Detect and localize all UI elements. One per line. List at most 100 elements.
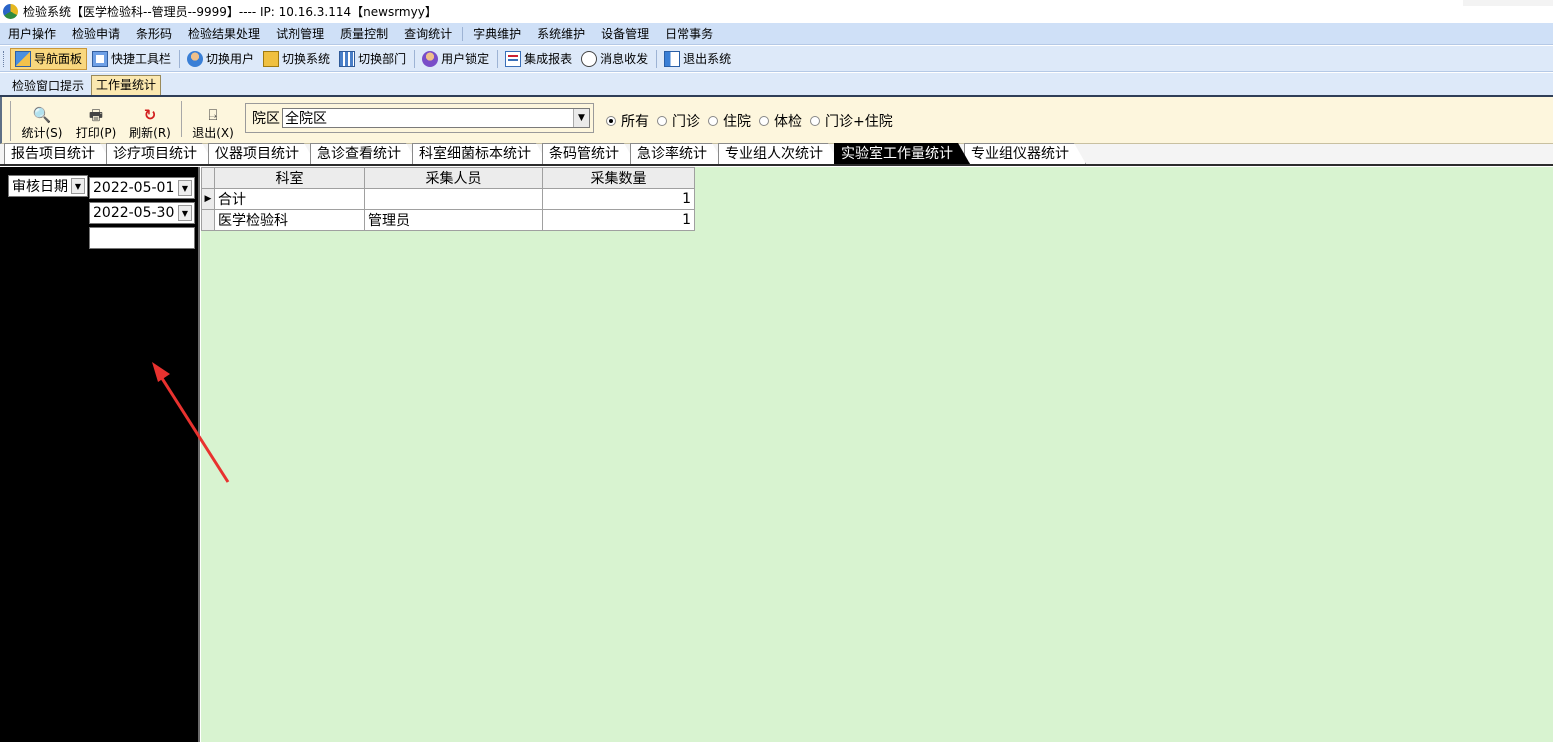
exit-button[interactable]: ⍈ 退出(X) — [186, 101, 240, 141]
menu-lab-request[interactable]: 检验申请 — [64, 23, 128, 45]
menu-reagent-mgmt[interactable]: 试剂管理 — [268, 23, 332, 45]
quick-toolbar-button[interactable]: 快捷工具栏 — [88, 48, 175, 70]
menu-user-ops[interactable]: 用户操作 — [0, 23, 64, 45]
nav-panel-label: 导航面板 — [34, 52, 83, 66]
radio-outpatient-inpatient[interactable]: 门诊+住院 — [810, 111, 893, 131]
date-type-select[interactable]: 审核日期 ▼ — [8, 175, 88, 197]
report-icon — [505, 50, 522, 67]
switch-system-button[interactable]: 切换系统 — [259, 48, 334, 70]
radio-physical-exam-label: 体检 — [774, 114, 802, 130]
exit-system-button[interactable]: 退出系统 — [660, 48, 735, 70]
tab-barcode-tube-stats[interactable]: 条码管统计 — [542, 143, 636, 164]
tab-treatment-item-stats[interactable]: 诊疗项目统计 — [106, 143, 214, 164]
menu-query-stats[interactable]: 查询统计 — [396, 23, 460, 45]
menu-dictionary[interactable]: 字典维护 — [465, 23, 529, 45]
exit-system-label: 退出系统 — [683, 52, 732, 66]
menu-barcode[interactable]: 条形码 — [128, 23, 180, 45]
cell-count[interactable]: 1 — [542, 209, 695, 231]
menu-device-mgmt[interactable]: 设备管理 — [593, 23, 657, 45]
print-button[interactable]: 🖶 打印(P) — [69, 101, 123, 141]
column-header-collector[interactable]: 采集人员 — [364, 167, 543, 189]
window-title: 检验系统【医学检验科--管理员--9999】---- IP: 10.16.3.1… — [23, 5, 437, 19]
tab-emergency-view-stats[interactable]: 急诊查看统计 — [310, 143, 418, 164]
tab-lab-workload-stats[interactable]: 实验室工作量统计 — [834, 143, 970, 164]
row-indicator-header — [201, 167, 215, 189]
tab-group-instrument-stats[interactable]: 专业组仪器统计 — [964, 143, 1086, 164]
tab-dept-bacteria-sample-stats[interactable]: 科室细菌标本统计 — [412, 143, 548, 164]
results-grid: 科室 采集人员 采集数量 ▶ 合计 1 医学检验科 管理员 1 — [201, 167, 695, 231]
door-exit-icon: ⍈ — [208, 106, 218, 124]
radio-button[interactable] — [657, 116, 667, 126]
quick-toolbar-icon — [92, 50, 109, 67]
date-from-value: 2022-05-01 — [93, 180, 175, 196]
switch-dept-label: 切换部门 — [358, 52, 407, 66]
report-label: 集成报表 — [524, 52, 573, 66]
column-header-dept[interactable]: 科室 — [214, 167, 365, 189]
tab-report-item-stats[interactable]: 报告项目统计 — [4, 143, 112, 164]
chevron-down-icon[interactable]: ▼ — [71, 178, 85, 194]
switch-system-label: 切换系统 — [282, 52, 331, 66]
tab-lab-window-tips[interactable]: 检验窗口提示 — [8, 77, 88, 95]
tab-workload-stats[interactable]: 工作量统计 — [91, 75, 162, 95]
message-button[interactable]: 消息收发 — [577, 48, 652, 70]
menu-quality-control[interactable]: 质量控制 — [332, 23, 396, 45]
toolbar-separator — [179, 49, 181, 68]
chevron-down-icon[interactable]: ▼ — [178, 205, 192, 221]
campus-select[interactable]: 全院区 ▼ — [282, 108, 590, 128]
stat-button[interactable]: 🔍 统计(S) — [15, 101, 69, 141]
radio-inpatient-label: 住院 — [723, 114, 751, 130]
switch-user-button[interactable]: 切换用户 — [183, 48, 258, 70]
date-from-picker[interactable]: 2022-05-01 ▼ — [89, 177, 195, 199]
switch-dept-icon — [339, 50, 356, 67]
switch-system-icon — [263, 50, 280, 67]
column-header-count[interactable]: 采集数量 — [542, 167, 695, 189]
radio-button-selected[interactable] — [606, 116, 616, 126]
radio-button[interactable] — [810, 116, 820, 126]
radio-inpatient[interactable]: 住院 — [708, 111, 751, 131]
patient-type-radio-group: 所有 门诊 住院 体检 门诊+住院 — [606, 111, 901, 131]
cell-count[interactable]: 1 — [542, 188, 695, 210]
action-panel: 🔍 统计(S) 🖶 打印(P) ↻ 刷新(R) ⍈ 退出(X) 院区 全院区 ▼… — [0, 97, 1553, 144]
tab-instrument-item-stats[interactable]: 仪器项目统计 — [208, 143, 316, 164]
radio-all[interactable]: 所有 — [606, 111, 649, 131]
message-label: 消息收发 — [600, 52, 649, 66]
action-button-group: 🔍 统计(S) 🖶 打印(P) ↻ 刷新(R) ⍈ 退出(X) — [10, 101, 240, 141]
radio-button[interactable] — [708, 116, 718, 126]
cell-dept[interactable]: 合计 — [214, 188, 365, 210]
switch-user-icon — [187, 50, 204, 67]
tab-emergency-rate-stats[interactable]: 急诊率统计 — [630, 143, 724, 164]
stat-label: 统计(S) — [21, 126, 63, 140]
chevron-down-icon[interactable]: ▼ — [178, 180, 192, 196]
extra-filter-input[interactable] — [89, 227, 195, 249]
user-lock-icon — [422, 50, 439, 67]
user-lock-button[interactable]: 用户锁定 — [418, 48, 493, 70]
report-button[interactable]: 集成报表 — [501, 48, 576, 70]
chevron-down-icon[interactable]: ▼ — [573, 109, 589, 127]
table-row[interactable]: ▶ 合计 1 — [201, 188, 695, 210]
exit-label: 退出(X) — [192, 126, 234, 140]
cell-dept[interactable]: 医学检验科 — [214, 209, 365, 231]
menu-system-maint[interactable]: 系统维护 — [529, 23, 593, 45]
menu-daily-affairs[interactable]: 日常事务 — [657, 23, 721, 45]
menu-result-processing[interactable]: 检验结果处理 — [180, 23, 268, 45]
radio-button[interactable] — [759, 116, 769, 126]
tab-group-visit-stats[interactable]: 专业组人次统计 — [718, 143, 840, 164]
action-separator — [181, 101, 182, 137]
results-area: 科室 采集人员 采集数量 ▶ 合计 1 医学检验科 管理员 1 — [201, 167, 1553, 742]
toolbar-grip[interactable] — [3, 50, 6, 67]
cell-collector[interactable] — [364, 188, 543, 210]
radio-physical-exam[interactable]: 体检 — [759, 111, 802, 131]
switch-dept-button[interactable]: 切换部门 — [335, 48, 410, 70]
refresh-button[interactable]: ↻ 刷新(R) — [123, 101, 177, 141]
toolbar-separator — [656, 49, 658, 68]
nav-panel-icon — [15, 50, 31, 67]
date-to-picker[interactable]: 2022-05-30 ▼ — [89, 202, 195, 224]
magnifier-icon: 🔍 — [32, 106, 52, 124]
date-type-value: 审核日期 — [12, 179, 68, 195]
table-row[interactable]: 医学检验科 管理员 1 — [201, 209, 695, 231]
nav-panel-button[interactable]: 导航面板 — [10, 47, 88, 70]
filter-panel: 审核日期 ▼ 2022-05-01 ▼ 2022-05-30 ▼ — [0, 167, 200, 742]
radio-outpatient[interactable]: 门诊 — [657, 111, 700, 131]
cell-collector[interactable]: 管理员 — [364, 209, 543, 231]
printer-icon: 🖶 — [88, 106, 104, 124]
